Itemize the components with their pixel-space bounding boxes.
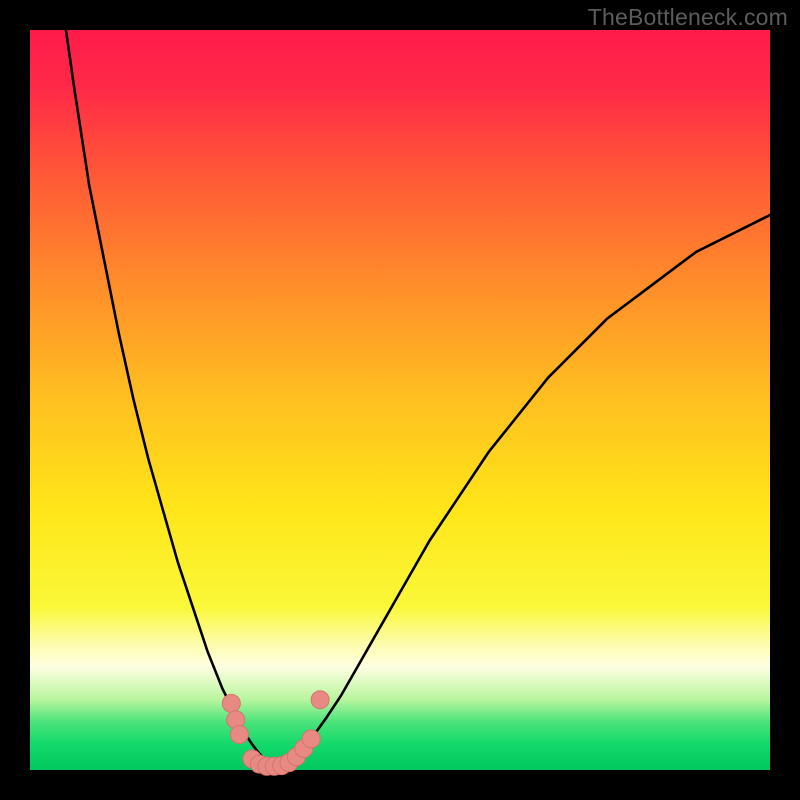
data-point — [302, 730, 320, 748]
bottleneck-curve-chart — [0, 0, 800, 800]
data-point — [230, 726, 248, 744]
watermark-text: TheBottleneck.com — [588, 4, 788, 31]
chart-frame: TheBottleneck.com — [0, 0, 800, 800]
gradient-plot-area — [30, 30, 770, 770]
data-point — [311, 691, 329, 709]
data-point — [222, 694, 240, 712]
